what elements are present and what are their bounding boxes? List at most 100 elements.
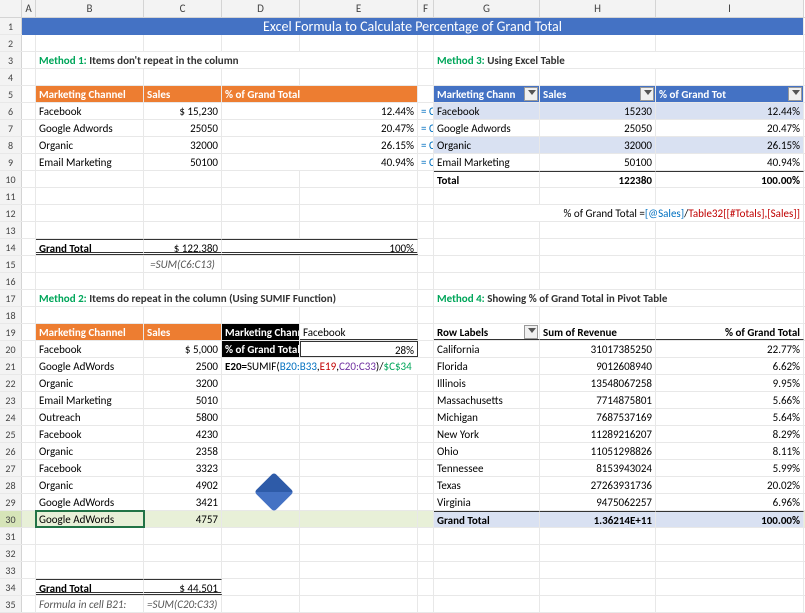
col-header[interactable]: H <box>540 0 656 17</box>
pivot-pct[interactable]: 9.95% <box>656 375 804 391</box>
row-header[interactable]: 8 <box>0 137 22 153</box>
row-header[interactable]: 22 <box>0 375 22 391</box>
cell[interactable] <box>540 239 656 255</box>
cell[interactable] <box>144 69 222 85</box>
pivot-pct[interactable]: 8.29% <box>656 426 804 442</box>
page-title[interactable]: Excel Formula to Calculate Percentage of… <box>22 18 804 35</box>
m1-header-sales[interactable]: Sales <box>144 86 222 102</box>
cell[interactable] <box>22 222 36 238</box>
row-header[interactable]: 7 <box>0 120 22 136</box>
cell[interactable] <box>656 562 804 578</box>
cell[interactable] <box>300 460 418 476</box>
cell[interactable] <box>22 528 36 544</box>
cell[interactable] <box>434 222 540 238</box>
m3-header-sales[interactable]: Sales <box>540 86 656 102</box>
cell[interactable] <box>36 188 144 204</box>
cell[interactable] <box>540 528 656 544</box>
pivot-pct[interactable]: 20.02% <box>656 477 804 493</box>
lookup-channel-label[interactable]: Marketing Channel: <box>222 324 300 340</box>
cell[interactable] <box>434 273 540 289</box>
cell[interactable] <box>22 103 36 119</box>
row-header[interactable]: 5 <box>0 86 22 102</box>
m3-sales[interactable]: 50100 <box>540 154 656 170</box>
pivot-row[interactable]: Massachusetts <box>434 392 540 408</box>
col-header[interactable]: F <box>418 0 434 17</box>
cell[interactable] <box>22 392 36 408</box>
cell[interactable] <box>222 562 300 578</box>
cell[interactable] <box>144 205 222 221</box>
m1-sales[interactable]: 32000 <box>144 137 222 153</box>
m2-sales[interactable]: 4902 <box>144 477 222 493</box>
cell[interactable] <box>22 494 36 510</box>
cell[interactable] <box>418 341 434 357</box>
pivot-row[interactable]: Tennessee <box>434 460 540 476</box>
row-header[interactable]: 25 <box>0 426 22 442</box>
cell[interactable] <box>144 307 222 323</box>
cell[interactable] <box>22 205 36 221</box>
cell[interactable] <box>656 545 804 561</box>
m3-header-channel[interactable]: Marketing Chann <box>434 86 540 102</box>
row-header[interactable]: 14 <box>0 239 22 255</box>
cell[interactable] <box>22 256 36 272</box>
m2-sales[interactable]: 3323 <box>144 460 222 476</box>
m2-channel[interactable]: Facebook <box>36 341 144 357</box>
cell[interactable] <box>540 69 656 85</box>
pivot-row[interactable]: Florida <box>434 358 540 374</box>
cell[interactable] <box>656 239 804 255</box>
m3-pct[interactable]: 20.47% <box>656 120 804 136</box>
cell[interactable] <box>656 307 804 323</box>
cell[interactable] <box>22 409 36 425</box>
cell[interactable] <box>418 171 434 187</box>
cell[interactable] <box>222 188 300 204</box>
filter-dropdown-icon[interactable] <box>524 325 538 339</box>
cell[interactable] <box>36 69 144 85</box>
cell[interactable] <box>418 239 434 255</box>
m2-channel[interactable]: Organic <box>36 477 144 493</box>
m2-channel[interactable]: Google AdWords <box>36 511 144 527</box>
cell[interactable] <box>36 205 144 221</box>
cell[interactable] <box>144 273 222 289</box>
cell[interactable] <box>22 239 36 255</box>
cell[interactable] <box>418 511 434 527</box>
cell[interactable] <box>418 86 434 102</box>
row-header[interactable]: 19 <box>0 324 22 340</box>
m1-grand-total-pct[interactable]: 100% <box>222 239 418 255</box>
row-header[interactable]: 32 <box>0 545 22 561</box>
cell[interactable] <box>434 188 540 204</box>
cell[interactable] <box>434 562 540 578</box>
cell[interactable] <box>300 494 418 510</box>
cell[interactable] <box>22 120 36 136</box>
method2-heading[interactable]: Method 2: Items do repeat in the column … <box>36 290 418 306</box>
cell[interactable] <box>22 545 36 561</box>
cell[interactable] <box>418 596 434 612</box>
cell[interactable] <box>656 596 804 612</box>
m2-grand-total-label[interactable]: Grand Total <box>36 579 144 595</box>
cell[interactable] <box>418 290 434 306</box>
cell[interactable] <box>222 375 300 391</box>
cell[interactable] <box>144 562 222 578</box>
cell[interactable] <box>540 562 656 578</box>
cell[interactable] <box>222 69 300 85</box>
m2-grand-total-val[interactable]: $ 44,501 <box>144 579 222 595</box>
cell[interactable] <box>222 307 300 323</box>
m1-channel[interactable]: Organic <box>36 137 144 153</box>
filter-dropdown-icon[interactable] <box>788 87 802 101</box>
cell[interactable] <box>300 188 418 204</box>
method4-heading[interactable]: Method 4: Showing % of Grand Total in Pi… <box>434 290 804 306</box>
cell[interactable] <box>540 307 656 323</box>
sumif-formula[interactable]: E20=SUMIF(B20:B33,E19,C20:C33)/$C$34 <box>222 358 434 374</box>
m1-formula-note[interactable]: = C8 / $C$14 <box>418 137 434 153</box>
cell[interactable] <box>36 171 144 187</box>
cell[interactable] <box>300 443 418 459</box>
cell[interactable] <box>22 35 36 51</box>
cell[interactable] <box>418 273 434 289</box>
m1-header-channel[interactable]: Marketing Channel <box>36 86 144 102</box>
cell[interactable] <box>222 205 300 221</box>
lookup-channel-value[interactable]: Facebook <box>300 324 418 340</box>
row-header[interactable]: 26 <box>0 443 22 459</box>
m2-channel[interactable]: Facebook <box>36 426 144 442</box>
row-header[interactable]: 34 <box>0 579 22 595</box>
pivot-sum[interactable]: 9475062257 <box>540 494 656 510</box>
m2-sales[interactable]: 5800 <box>144 409 222 425</box>
cell[interactable] <box>22 443 36 459</box>
